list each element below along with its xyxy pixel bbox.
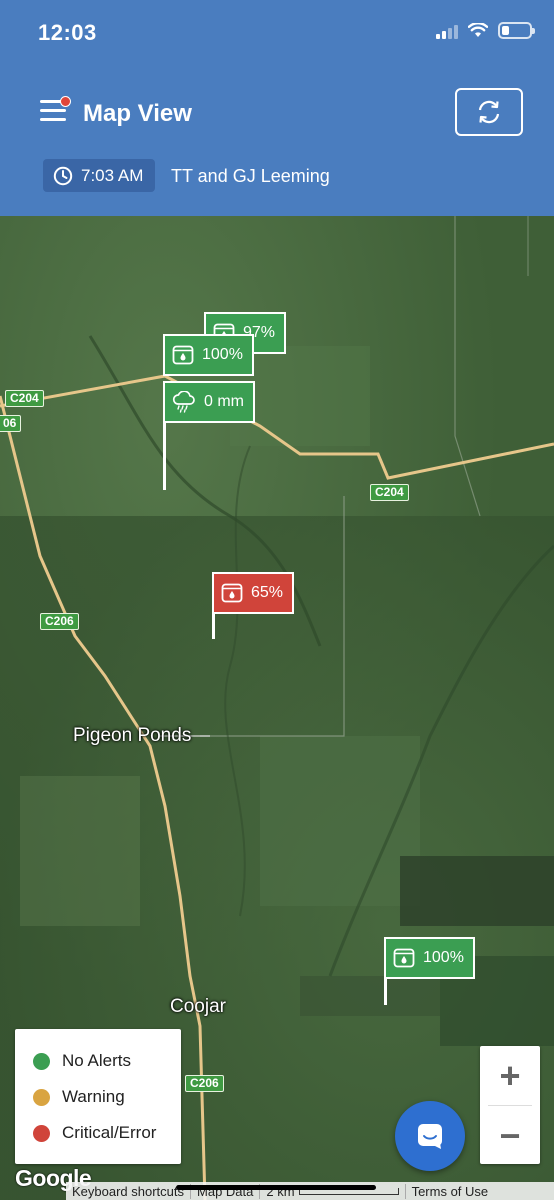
legend-item: No Alerts [33, 1043, 181, 1079]
marker-pole [212, 612, 215, 639]
tank-icon [172, 345, 194, 365]
zoom-control: + − [480, 1046, 540, 1164]
refresh-icon [478, 100, 500, 124]
marker-flag[interactable]: 65% [212, 572, 295, 614]
marker-flag[interactable]: 100% [163, 334, 254, 376]
status-time: 12:03 [38, 20, 97, 45]
zoom-out-button[interactable]: − [480, 1106, 540, 1165]
legend-dot-red [33, 1124, 50, 1142]
road-label: C206 [40, 613, 79, 630]
notification-dot [60, 96, 71, 107]
road-label: 06 [0, 415, 22, 432]
marker-value: 0 mm [204, 393, 244, 410]
legend-dot-amber [33, 1088, 50, 1106]
battery-icon [498, 22, 535, 39]
app-header: 12:03 Map View 7:03 AM TT and GJ Leeming [0, 0, 554, 216]
tank-icon [221, 583, 243, 603]
road-label: C204 [5, 390, 44, 407]
refresh-button[interactable] [455, 88, 523, 136]
place-label: Pigeon Ponds [73, 725, 192, 746]
time-chip-label: 7:03 AM [81, 165, 144, 185]
road-label: C204 [370, 484, 409, 501]
marker-pole [384, 977, 387, 1005]
tank-icon [393, 948, 415, 968]
place-label: Coojar [170, 996, 226, 1017]
legend-label: Critical/Error [62, 1123, 157, 1142]
status-icons [436, 22, 535, 39]
legend-item: Critical/Error [33, 1115, 181, 1151]
marker-pole [163, 421, 166, 490]
zoom-in-button[interactable]: + [480, 1046, 540, 1105]
page-title: Map View [83, 100, 192, 127]
chat-icon [418, 1124, 442, 1149]
keyboard-shortcuts-link[interactable]: Keyboard shortcuts [66, 1183, 192, 1199]
legend-item: Warning [33, 1079, 181, 1115]
road-label: C206 [185, 1075, 224, 1092]
terms-link[interactable]: Terms of Use [406, 1184, 495, 1199]
legend-dot-green [33, 1052, 50, 1070]
legend-label: Warning [62, 1087, 125, 1106]
chat-button[interactable] [395, 1101, 465, 1171]
cellular-signal-icon [436, 23, 458, 39]
legend-label: No Alerts [62, 1051, 131, 1070]
farm-name[interactable]: TT and GJ Leeming [171, 166, 330, 187]
home-indicator [176, 1185, 376, 1190]
rain-cloud-icon [172, 391, 195, 413]
marker-flag[interactable]: 0 mm [163, 381, 255, 423]
map-legend: No Alerts Warning Critical/Error [15, 1029, 181, 1164]
marker-value: 100% [202, 346, 243, 363]
marker-value: 100% [423, 949, 464, 966]
clock-icon [53, 166, 73, 185]
marker-flag[interactable]: 100% [384, 937, 475, 979]
time-chip[interactable]: 7:03 AM [43, 159, 156, 192]
wifi-icon [468, 23, 488, 37]
marker-value: 65% [251, 584, 284, 601]
